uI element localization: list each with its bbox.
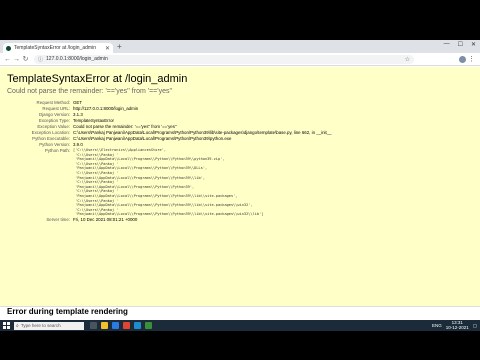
url-text[interactable]: 127.0.0.1:8000/login_admin bbox=[46, 56, 108, 62]
tab-strip: TemplateSyntaxError at /login_admin ✕ + … bbox=[0, 40, 480, 53]
task-view-icon[interactable] bbox=[90, 322, 97, 329]
menu-icon[interactable]: ⋮ bbox=[468, 55, 475, 63]
browser-window: TemplateSyntaxError at /login_admin ✕ + … bbox=[0, 40, 480, 320]
system-tray: ENG 13:31 10-12-2021 ▢ bbox=[432, 320, 477, 330]
windows-taskbar: ⌕ Type here to search ENG 13:31 10-12-20… bbox=[0, 320, 480, 331]
bookmark-star-icon[interactable]: ☆ bbox=[405, 56, 410, 63]
error-subtitle: Could not parse the remainder: '=='yes''… bbox=[7, 88, 173, 95]
address-bar[interactable]: ⓘ 127.0.0.1:8000/login_admin ☆ bbox=[34, 54, 414, 64]
browser-tab[interactable]: TemplateSyntaxError at /login_admin ✕ bbox=[3, 43, 113, 53]
pinned-apps bbox=[90, 322, 152, 329]
error-summary: TemplateSyntaxError at /login_admin Coul… bbox=[0, 67, 480, 307]
vscode-icon[interactable] bbox=[134, 322, 141, 329]
python-path-value: ['C:\\Users\\Electronics\\AppliancesStor… bbox=[73, 148, 264, 217]
meta-key: Server time: bbox=[46, 216, 70, 222]
file-explorer-icon[interactable] bbox=[101, 322, 108, 329]
taskbar-search[interactable]: ⌕ Type here to search bbox=[14, 321, 84, 330]
edge-icon[interactable] bbox=[112, 322, 119, 329]
meta-value: C:\Users\Pankaj Panjwani\AppData\Local\P… bbox=[73, 136, 232, 141]
window-controls: — ☐ ✕ bbox=[444, 41, 476, 48]
search-icon: ⌕ bbox=[16, 322, 19, 329]
windows-start-icon[interactable] bbox=[3, 322, 10, 329]
search-placeholder: Type here to search bbox=[20, 323, 61, 328]
meta-row: Server time: Fri, 10 Dec 2021 08:01:21 +… bbox=[7, 217, 473, 223]
meta-key: Python Path: bbox=[44, 148, 70, 153]
screen: TemplateSyntaxError at /login_admin ✕ + … bbox=[0, 0, 480, 360]
tab-title: TemplateSyntaxError at /login_admin bbox=[14, 45, 96, 51]
template-section: Error during template rendering bbox=[0, 307, 480, 316]
notifications-icon[interactable]: ▢ bbox=[473, 323, 477, 329]
page-title: TemplateSyntaxError at /login_admin bbox=[7, 73, 188, 85]
forward-icon[interactable]: → bbox=[12, 56, 21, 63]
close-icon[interactable]: ✕ bbox=[105, 45, 110, 52]
clock[interactable]: 13:31 10-12-2021 bbox=[445, 320, 469, 330]
new-tab-icon[interactable]: + bbox=[117, 42, 122, 51]
meta-row: Python Path: ['C:\\Users\\Electronics\\A… bbox=[7, 148, 473, 217]
language-indicator[interactable]: ENG bbox=[432, 323, 442, 328]
chrome-icon[interactable] bbox=[123, 322, 130, 329]
template-section-title: Error during template rendering bbox=[7, 307, 128, 316]
info-icon[interactable]: ⓘ bbox=[38, 56, 43, 63]
maximize-icon[interactable]: ☐ bbox=[458, 41, 463, 48]
close-window-icon[interactable]: ✕ bbox=[471, 41, 476, 48]
page-content: TemplateSyntaxError at /login_admin Coul… bbox=[0, 67, 480, 320]
back-icon[interactable]: ← bbox=[3, 56, 12, 63]
reload-icon[interactable]: ↻ bbox=[21, 55, 30, 63]
clock-date: 10-12-2021 bbox=[445, 324, 469, 330]
terminal-icon[interactable] bbox=[145, 322, 152, 329]
server-time-value: Fri, 10 Dec 2021 08:01:21 +0000 bbox=[73, 216, 138, 222]
browser-toolbar: ← → ↻ ⓘ 127.0.0.1:8000/login_admin ☆ ⋮ bbox=[0, 53, 480, 66]
error-meta-table: Request Method: GET Request URL: http://… bbox=[7, 100, 473, 223]
minimize-icon[interactable]: — bbox=[444, 41, 450, 48]
profile-avatar[interactable] bbox=[459, 56, 466, 63]
django-favicon-icon bbox=[6, 45, 11, 51]
